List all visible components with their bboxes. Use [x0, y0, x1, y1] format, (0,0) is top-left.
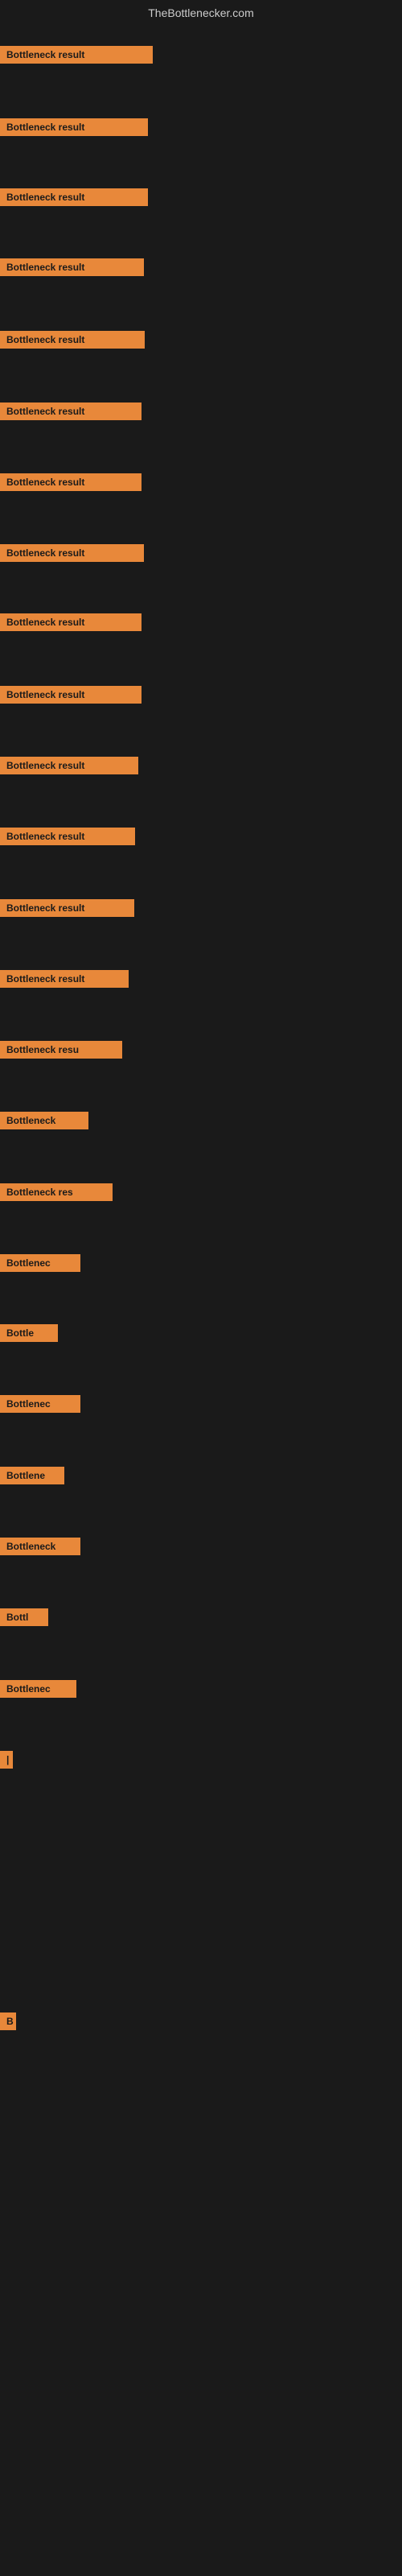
bar-row-15: Bottleneck resu [0, 1041, 122, 1059]
bar-label-3: Bottleneck result [0, 188, 148, 206]
bar-label-9: Bottleneck result [0, 613, 142, 631]
bar-row-7: Bottleneck result [0, 473, 142, 491]
bar-row-2: Bottleneck result [0, 118, 148, 136]
bar-row-20: Bottlenec [0, 1395, 80, 1413]
bar-row-3: Bottleneck result [0, 188, 148, 206]
bar-row-6: Bottleneck result [0, 402, 142, 420]
bar-label-4: Bottleneck result [0, 258, 144, 276]
bar-label-20: Bottlenec [0, 1395, 80, 1413]
bar-label-26: B [0, 2013, 16, 2030]
bar-label-11: Bottleneck result [0, 757, 138, 774]
bar-label-6: Bottleneck result [0, 402, 142, 420]
bar-label-16: Bottleneck [0, 1112, 88, 1129]
bar-label-21: Bottlene [0, 1467, 64, 1484]
site-title: TheBottlenecker.com [148, 6, 254, 19]
bar-row-1: Bottleneck result [0, 46, 153, 64]
bar-row-9: Bottleneck result [0, 613, 142, 631]
bar-row-8: Bottleneck result [0, 544, 144, 562]
bar-row-10: Bottleneck result [0, 686, 142, 704]
bar-row-22: Bottleneck [0, 1538, 80, 1555]
bar-row-17: Bottleneck res [0, 1183, 113, 1201]
bar-label-5: Bottleneck result [0, 331, 145, 349]
bar-label-23: Bottl [0, 1608, 48, 1626]
bar-row-11: Bottleneck result [0, 757, 138, 774]
site-header: TheBottlenecker.com [0, 0, 402, 23]
bar-label-18: Bottlenec [0, 1254, 80, 1272]
bar-row-5: Bottleneck result [0, 331, 145, 349]
bar-label-25: | [0, 1751, 13, 1769]
bar-row-24: Bottlenec [0, 1680, 76, 1698]
bar-label-7: Bottleneck result [0, 473, 142, 491]
bar-label-24: Bottlenec [0, 1680, 76, 1698]
bar-row-12: Bottleneck result [0, 828, 135, 845]
bar-row-25: | [0, 1751, 13, 1769]
bar-row-23: Bottl [0, 1608, 48, 1626]
bar-row-18: Bottlenec [0, 1254, 80, 1272]
bar-label-1: Bottleneck result [0, 46, 153, 64]
bar-label-19: Bottle [0, 1324, 58, 1342]
bar-row-21: Bottlene [0, 1467, 64, 1484]
bar-label-22: Bottleneck [0, 1538, 80, 1555]
bar-row-13: Bottleneck result [0, 899, 134, 917]
bar-row-26: B [0, 2013, 16, 2030]
bar-row-14: Bottleneck result [0, 970, 129, 988]
bar-label-15: Bottleneck resu [0, 1041, 122, 1059]
bar-label-10: Bottleneck result [0, 686, 142, 704]
bar-label-13: Bottleneck result [0, 899, 134, 917]
bar-label-17: Bottleneck res [0, 1183, 113, 1201]
bar-row-19: Bottle [0, 1324, 58, 1342]
bar-label-12: Bottleneck result [0, 828, 135, 845]
bar-label-8: Bottleneck result [0, 544, 144, 562]
bar-label-2: Bottleneck result [0, 118, 148, 136]
bar-label-14: Bottleneck result [0, 970, 129, 988]
bar-row-16: Bottleneck [0, 1112, 88, 1129]
bar-row-4: Bottleneck result [0, 258, 144, 276]
